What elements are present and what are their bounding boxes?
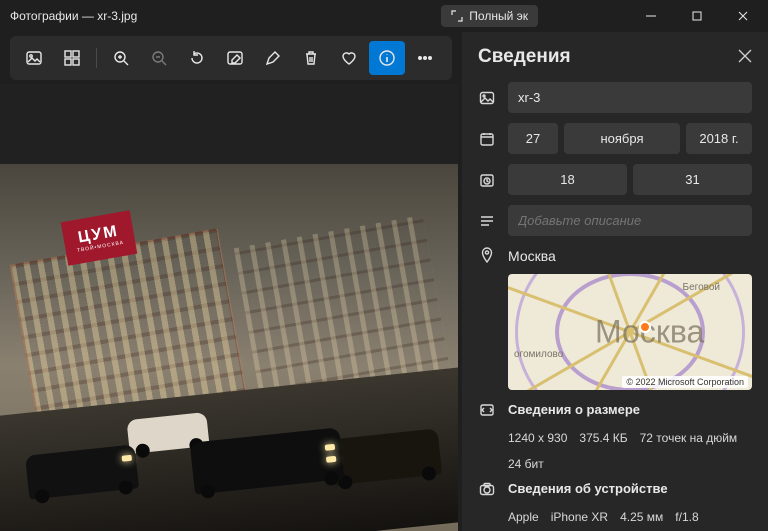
details-title: Сведения <box>478 46 571 68</box>
view-gallery-icon[interactable] <box>54 41 90 75</box>
time-minute-field[interactable]: 31 <box>633 164 752 195</box>
image-viewer-pane: ЦУМ ТВОЙ•МОСКВА <box>0 32 462 531</box>
size-icon <box>478 402 496 418</box>
size-filesize: 375.4 КБ <box>579 431 627 445</box>
edit-icon[interactable] <box>217 41 253 75</box>
markup-icon[interactable] <box>255 41 291 75</box>
photo-content: ЦУМ ТВОЙ•МОСКВА <box>0 164 458 531</box>
titlebar: Фотографии — xr-3.jpg Полный эк <box>0 0 768 32</box>
minimize-button[interactable] <box>628 0 674 32</box>
delete-icon[interactable] <box>293 41 329 75</box>
close-details-icon[interactable] <box>738 49 752 66</box>
device-model: iPhone XR <box>551 510 608 524</box>
details-panel: Сведения 27 ноября 2018 г. 18 31 <box>462 32 768 531</box>
device-icon <box>478 481 496 497</box>
info-icon[interactable] <box>369 41 405 75</box>
zoom-in-icon[interactable] <box>103 41 139 75</box>
rotate-icon[interactable] <box>179 41 215 75</box>
image-canvas[interactable]: ЦУМ ТВОЙ•МОСКВА <box>0 84 458 531</box>
device-section-title: Сведения об устройстве <box>508 481 752 496</box>
description-field[interactable] <box>508 205 752 236</box>
time-icon <box>478 172 496 188</box>
more-icon[interactable] <box>407 41 443 75</box>
description-icon <box>478 213 496 229</box>
date-day-field[interactable]: 27 <box>508 123 558 154</box>
filename-icon <box>478 90 496 106</box>
size-bits: 24 бит <box>508 457 544 471</box>
location-icon <box>478 247 496 263</box>
date-year-field[interactable]: 2018 г. <box>686 123 752 154</box>
device-make: Apple <box>508 510 539 524</box>
favorite-icon[interactable] <box>331 41 367 75</box>
device-focal: 4.25 мм <box>620 510 663 524</box>
date-icon <box>478 131 496 147</box>
size-section-title: Сведения о размере <box>508 402 752 417</box>
map-pin-icon <box>639 321 651 333</box>
size-dims: 1240 x 930 <box>508 431 567 445</box>
location-label: Москва <box>508 246 556 264</box>
device-aperture: f/1.8 <box>675 510 698 524</box>
window-title: Фотографии — xr-3.jpg <box>10 9 137 23</box>
map-city-label: Москва <box>595 314 704 351</box>
map-copyright: © 2022 Microsoft Corporation <box>622 376 748 388</box>
size-dpi: 72 точек на дюйм <box>640 431 738 445</box>
fullscreen-button[interactable]: Полный эк <box>441 5 538 27</box>
maximize-button[interactable] <box>674 0 720 32</box>
close-button[interactable] <box>720 0 766 32</box>
toolbar <box>10 36 452 80</box>
location-map[interactable]: Беговой огомилово Москва © 2022 Microsof… <box>508 274 752 390</box>
view-single-icon[interactable] <box>16 41 52 75</box>
window-controls <box>628 0 766 32</box>
zoom-out-icon[interactable] <box>141 41 177 75</box>
date-month-field[interactable]: ноября <box>564 123 680 154</box>
filename-field[interactable] <box>508 82 752 113</box>
time-hour-field[interactable]: 18 <box>508 164 627 195</box>
